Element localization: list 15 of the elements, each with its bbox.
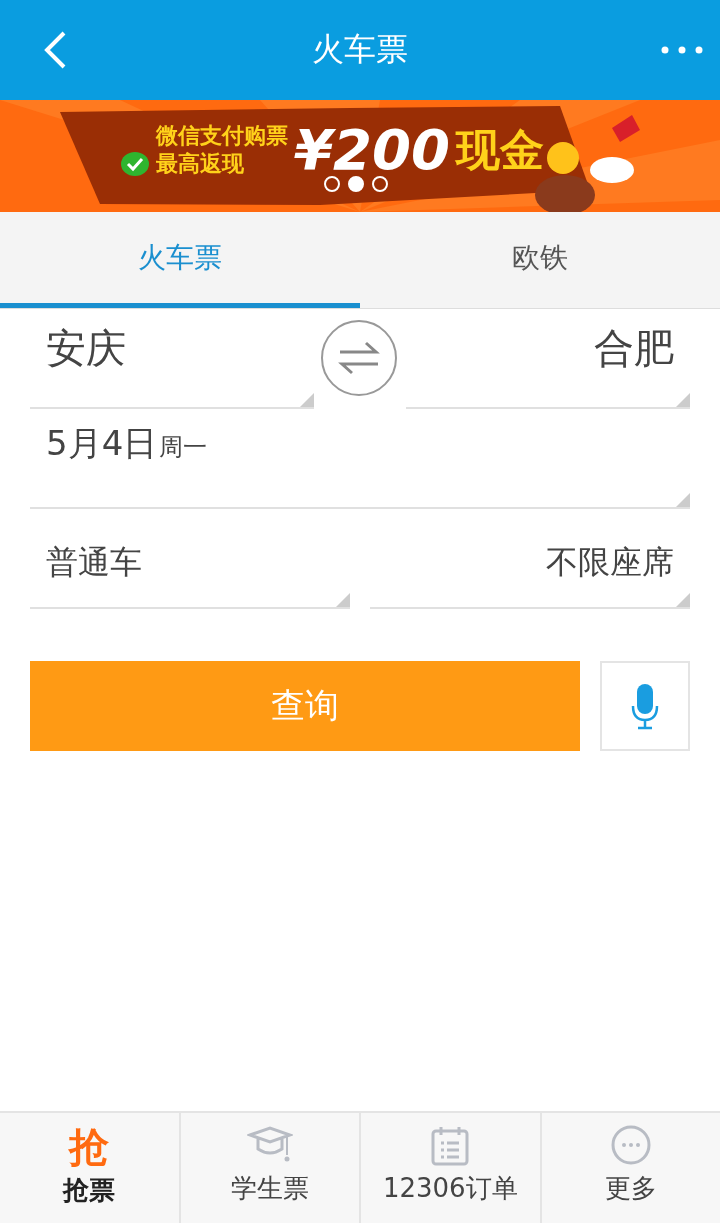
train-type-field[interactable]: 普通车 [30, 509, 350, 609]
nav-tab[interactable]: 更多 [539, 1113, 720, 1223]
grab-glyph: 抢 [69, 1125, 110, 1169]
nav-tab[interactable]: 学生票 [178, 1113, 359, 1223]
tab[interactable]: 欧铁 [360, 212, 720, 308]
seat-type-field[interactable]: 不限座席 [370, 509, 690, 609]
banner-amount: ¥200 [294, 118, 450, 182]
to-station-field[interactable]: 合肥 [406, 309, 690, 409]
window-title: 火车票 [311, 29, 409, 70]
banner-text: 现金 [455, 123, 544, 177]
nav-tab[interactable]: 12306订单 [359, 1113, 540, 1223]
banner-text: 微信支付购票 [156, 122, 288, 150]
banner-text: 最高返现 [156, 150, 245, 178]
nav-tab[interactable]: 抢 抢票 [0, 1113, 179, 1223]
date-field[interactable]: 5月4日 周一 [30, 409, 690, 509]
